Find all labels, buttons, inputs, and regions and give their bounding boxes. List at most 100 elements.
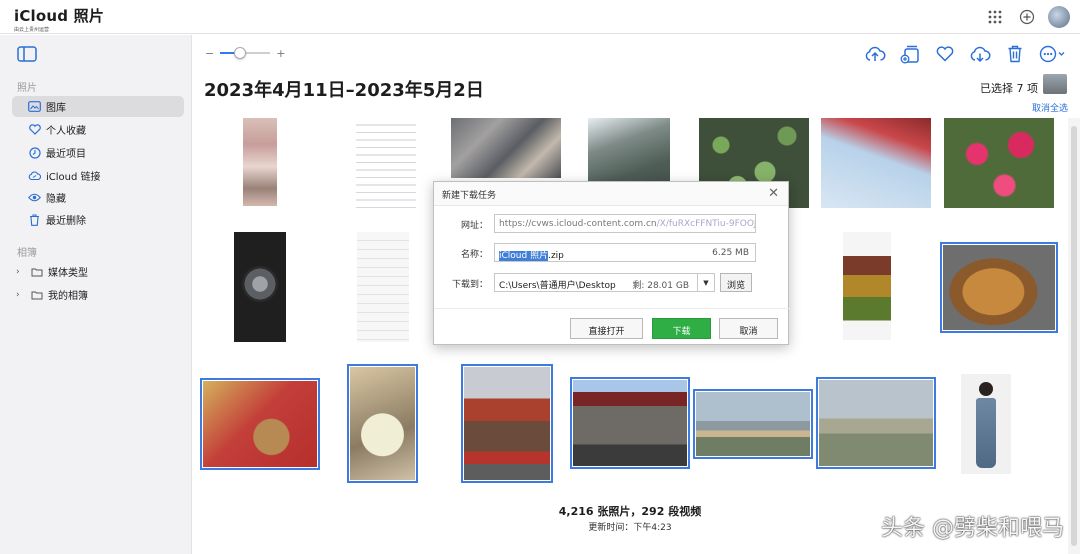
photo-thumbnail[interactable] [821, 118, 931, 208]
add-circle-icon[interactable] [1016, 6, 1038, 28]
scrollbar[interactable] [1068, 118, 1080, 554]
folder-icon [30, 288, 43, 301]
url-host: https://cvws.icloud-content.com.cn [499, 219, 657, 229]
zoom-knob[interactable] [233, 47, 246, 59]
zoom-out-button[interactable]: − [205, 47, 214, 60]
chevron-right-icon[interactable]: › [16, 267, 26, 277]
sidebar-item-label: 隐藏 [46, 194, 66, 205]
heart-icon[interactable] [933, 43, 957, 65]
dialog-footer: 直接打开 下载 取消 [434, 308, 790, 345]
photo-thumbnail[interactable] [234, 232, 286, 342]
photo-thumbnail-selected[interactable] [816, 377, 936, 469]
more-icon[interactable] [1038, 43, 1068, 65]
cancel-button[interactable]: 取消 [719, 318, 778, 339]
file-name-selected: iCloud 照片 [499, 251, 549, 261]
photo-thumbnail[interactable] [357, 232, 409, 342]
save-path-label: 下载到： [451, 280, 488, 290]
photo-thumbnail-selected[interactable] [570, 377, 690, 469]
clock-icon [28, 146, 41, 159]
apps-grid-icon[interactable] [984, 6, 1006, 28]
save-path-field[interactable]: C:\Users\普通用户\Desktop 剩: 28.01 GB [494, 273, 698, 292]
sidebar-group-label: 我的相簿 [48, 291, 88, 302]
sidebar-item-recent[interactable]: 最近项目 [12, 142, 184, 163]
photo-thumbnail[interactable] [356, 118, 416, 208]
photo-thumbnail[interactable] [961, 374, 1011, 474]
sidebar-group-media-types[interactable]: › 媒体类型 [12, 261, 184, 282]
watermark: 头条 @劈柴和喂马 [881, 516, 1064, 541]
sidebar-item-label: 图库 [46, 103, 66, 114]
chevron-right-icon[interactable]: › [16, 290, 26, 300]
sidebar-item-label: 最近删除 [46, 216, 86, 227]
photo-thumbnail-selected[interactable] [347, 364, 418, 483]
sidebar-section-photos: 照片 [17, 83, 37, 94]
heart-icon [28, 123, 41, 136]
zoom-slider[interactable] [220, 46, 271, 60]
sidebar-group-label: 媒体类型 [48, 268, 88, 279]
url-row: 网址： https://cvws.icloud-content.com.cn/X… [434, 214, 790, 234]
photo-content [242, 266, 278, 302]
sidebar-section-albums: 相簿 [17, 248, 37, 259]
app-subtitle: 由云上贵州运营 [14, 27, 50, 33]
open-directly-button[interactable]: 直接打开 [570, 318, 643, 339]
name-row: 名称： iCloud 照片.zip 6.25 MB [434, 243, 790, 263]
photo-content [976, 398, 996, 468]
dialog-header: 新建下载任务 ✕ [434, 182, 788, 206]
zoom-in-button[interactable]: + [276, 47, 285, 60]
url-field[interactable]: https://cvws.icloud-content.com.cn/X/fuR… [494, 214, 756, 233]
sidebar-item-label: iCloud 链接 [46, 172, 101, 183]
photo-toolbar [863, 43, 1068, 65]
app-brand[interactable]: iCloud 照片 由云上贵州运营 [14, 5, 104, 33]
url-label: 网址： [460, 221, 488, 231]
cloud-link-icon [28, 169, 41, 182]
photo-thumbnail-selected[interactable] [693, 389, 813, 459]
zoom-control: − + [205, 46, 285, 60]
sidebar-item-library[interactable]: 图库 [12, 96, 184, 117]
photo-thumbnail[interactable] [944, 118, 1054, 208]
folder-icon [30, 265, 43, 278]
photo-thumbnail[interactable] [451, 118, 561, 178]
browse-button[interactable]: 浏览 [720, 273, 753, 292]
selection-count: 已选择 7 项 [980, 82, 1038, 95]
file-name-ext: .zip [548, 251, 564, 261]
page-title: 2023年4月11日–2023年5月2日 [204, 80, 484, 101]
add-to-album-icon[interactable] [898, 43, 922, 65]
deselect-all-link[interactable]: 取消全选 [1032, 101, 1068, 114]
download-cloud-icon[interactable] [968, 43, 992, 65]
photo-thumbnail[interactable] [243, 118, 277, 206]
photo-thumbnail[interactable] [843, 232, 891, 340]
trash-icon [28, 213, 41, 226]
sidebar-item-recently-deleted[interactable]: 最近删除 [12, 209, 184, 230]
photo-thumbnail-selected[interactable] [940, 242, 1058, 333]
file-size: 6.25 MB [712, 248, 749, 258]
photo-content [979, 382, 993, 396]
sidebar-item-favorites[interactable]: 个人收藏 [12, 119, 184, 140]
photo-thumbnail-selected[interactable] [461, 364, 553, 483]
sidebar-item-icloud-links[interactable]: iCloud 链接 [12, 165, 184, 186]
photo-thumbnail-selected[interactable] [200, 378, 320, 470]
selection-thumbnail [1043, 74, 1067, 94]
scrollbar-thumb[interactable] [1071, 126, 1077, 546]
eye-icon [28, 191, 41, 204]
download-button[interactable]: 下载 [652, 318, 711, 339]
url-path: /X/fuRXcFFNTiu-9FOOJv [656, 219, 756, 229]
app-title: iCloud 照片 [14, 7, 105, 25]
upload-cloud-icon[interactable] [863, 43, 887, 65]
file-name-field[interactable]: iCloud 照片.zip 6.25 MB [494, 243, 756, 262]
sidebar: 照片 图库 个人收藏 最近项目 iCloud 链接 隐藏 最近删除 相簿 › 媒… [0, 35, 192, 554]
dialog-title: 新建下载任务 [442, 191, 497, 201]
avatar[interactable] [1048, 6, 1070, 28]
free-space: 剩: 28.01 GB [632, 281, 689, 291]
photo-library-icon [28, 100, 41, 113]
save-path-row: 下载到： C:\Users\普通用户\Desktop 剩: 28.01 GB ▼… [434, 273, 790, 293]
trash-icon[interactable] [1003, 43, 1027, 65]
sidebar-item-label: 个人收藏 [46, 126, 86, 137]
name-label: 名称： [460, 250, 488, 260]
sidebar-item-hidden[interactable]: 隐藏 [12, 187, 184, 208]
sidebar-toggle-icon[interactable] [16, 45, 38, 63]
close-icon[interactable]: ✕ [768, 186, 779, 201]
top-bar: iCloud 照片 由云上贵州运营 [0, 0, 1080, 34]
save-path-value: C:\Users\普通用户\Desktop [499, 281, 616, 291]
download-dialog: 新建下载任务 ✕ 网址： https://cvws.icloud-content… [433, 181, 790, 345]
save-path-dropdown[interactable]: ▼ [697, 273, 715, 292]
sidebar-group-my-albums[interactable]: › 我的相簿 [12, 284, 184, 305]
